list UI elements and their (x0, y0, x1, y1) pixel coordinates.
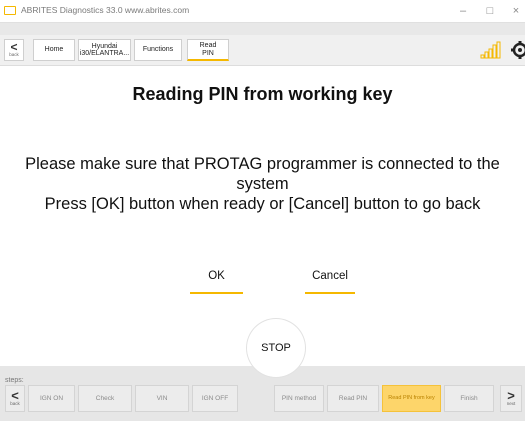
breadcrumb-read-pin[interactable]: Read PIN (187, 39, 229, 61)
steps-next-label: next (506, 401, 516, 406)
gear-icon[interactable] (508, 38, 525, 62)
cancel-button[interactable]: Cancel (305, 270, 355, 294)
cancel-label: Cancel (312, 270, 348, 282)
step-ign-on[interactable]: IGN ON (28, 385, 75, 412)
ok-button[interactable]: OK (190, 270, 243, 294)
chevron-left-icon: < (10, 40, 18, 54)
ok-underline (190, 292, 243, 294)
maximize-button[interactable]: □ (479, 2, 501, 20)
step-vin[interactable]: VIN (135, 385, 189, 412)
message-line-3: Press [OK] button when ready or [Cancel]… (44, 195, 481, 213)
back-button[interactable]: < back (4, 39, 24, 61)
steps-back-button[interactable]: < back (5, 385, 25, 412)
step-finish[interactable]: Finish (444, 385, 494, 412)
page-title: Reading PIN from working key (132, 84, 393, 104)
stop-button[interactable]: STOP (247, 319, 305, 377)
breadcrumb-functions[interactable]: Functions (134, 39, 182, 61)
breadcrumb-vehicle[interactable]: Hyundai i30/ELANTRA... (78, 39, 131, 61)
signal-strength-icon (480, 41, 501, 59)
instruction-message: Please make sure that PROTAG programmer … (0, 154, 525, 214)
close-button[interactable]: × (505, 2, 525, 20)
steps-label: steps: (5, 377, 24, 384)
step-ign-off[interactable]: IGN OFF (192, 385, 238, 412)
title-bar: ABRITES Diagnostics 33.0 www.abrites.com… (0, 0, 525, 23)
step-read-pin-from-key[interactable]: Read PIN from key (382, 385, 441, 412)
back-label: back (9, 52, 19, 57)
ok-label: OK (208, 270, 225, 282)
message-line-1: Please make sure that PROTAG programmer … (25, 155, 500, 173)
step-pin-method[interactable]: PIN method (274, 385, 324, 412)
steps-next-button[interactable]: > next (500, 385, 522, 412)
steps-back-label: back (10, 401, 20, 406)
message-line-2: system (236, 175, 289, 193)
breadcrumb-home[interactable]: Home (33, 39, 75, 61)
minimize-button[interactable]: – (452, 2, 474, 20)
chevron-left-icon: < (11, 388, 19, 403)
window-title: ABRITES Diagnostics 33.0 www.abrites.com (21, 5, 190, 15)
chevron-right-icon: > (507, 388, 515, 403)
step-check[interactable]: Check (78, 385, 132, 412)
step-read-pin[interactable]: Read PIN (327, 385, 379, 412)
app-logo-icon (4, 6, 16, 15)
cancel-underline (305, 292, 355, 294)
